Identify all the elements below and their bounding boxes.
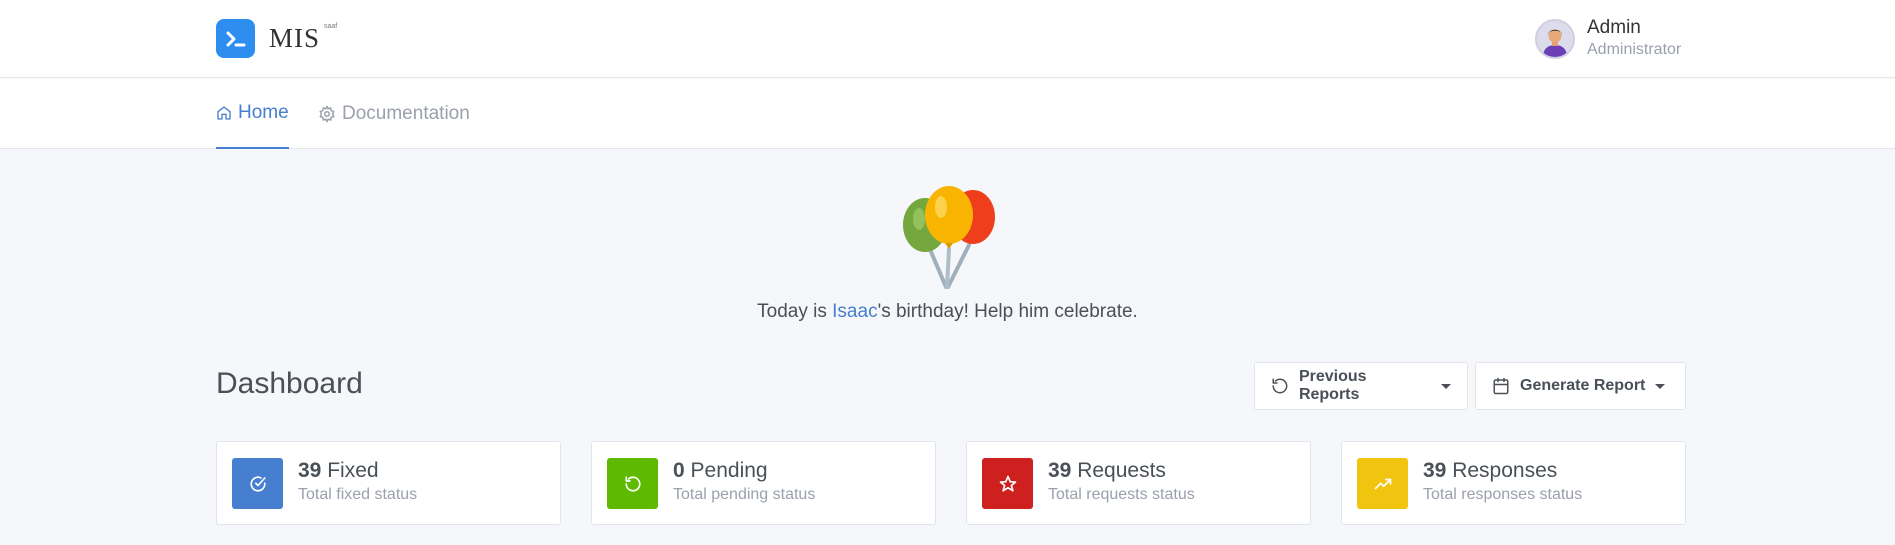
birthday-prefix: Today is	[757, 301, 833, 322]
generate-report-label: Generate Report	[1520, 377, 1646, 394]
user-menu[interactable]: Admin Administrator	[1535, 17, 1681, 61]
stat-card-pending: 0 Pending Total pending status	[591, 441, 936, 525]
balloons-icon	[902, 186, 995, 289]
star-icon	[982, 458, 1033, 509]
gear-icon	[319, 105, 335, 123]
avatar[interactable]	[1535, 19, 1575, 59]
stat-count: 39	[1423, 459, 1447, 482]
home-icon	[217, 106, 231, 120]
stat-label: Responses	[1452, 459, 1558, 482]
birthday-person-link[interactable]: Isaac	[832, 301, 877, 322]
birthday-banner: Today is Isaac's birthday! Help him cele…	[0, 185, 1895, 323]
caret-down-icon	[1655, 383, 1666, 389]
brand-name: MIS	[269, 23, 321, 53]
stat-label: Requests	[1077, 459, 1166, 482]
nav-documentation[interactable]: Documentation	[318, 79, 470, 149]
birthday-message: Today is Isaac's birthday! Help him cele…	[0, 301, 1895, 323]
stat-card-fixed: 39 Fixed Total fixed status	[216, 441, 561, 525]
stat-label: Pending	[690, 459, 768, 482]
check-circle-icon	[232, 458, 283, 509]
previous-reports-label: Previous Reports	[1298, 368, 1367, 403]
brand[interactable]: MIS saaf	[216, 19, 337, 58]
main-nav: Home Documentation	[0, 79, 1895, 149]
stat-subtitle: Total requests status	[1048, 486, 1195, 503]
top-header: MIS saaf Admin Administrator	[0, 0, 1895, 78]
previous-reports-button[interactable]: Previous Reports	[1254, 362, 1468, 410]
stat-card-responses: 39 Responses Total responses status	[1341, 441, 1686, 525]
trending-up-icon	[1357, 458, 1408, 509]
user-name: Admin	[1587, 17, 1641, 38]
refresh-icon	[607, 458, 658, 509]
brand-superscript: saaf	[324, 23, 338, 30]
stat-card-requests: 39 Requests Total requests status	[966, 441, 1311, 525]
page-title: Dashboard	[216, 367, 363, 400]
stat-subtitle: Total fixed status	[298, 486, 418, 503]
history-icon	[1272, 378, 1288, 394]
nav-documentation-label: Documentation	[342, 103, 470, 124]
stat-count: 39	[298, 459, 322, 482]
nav-home-label: Home	[238, 102, 289, 123]
calendar-icon	[1493, 377, 1509, 395]
birthday-suffix: 's birthday! Help him celebrate.	[877, 301, 1138, 322]
caret-down-icon	[1441, 383, 1451, 389]
stat-count: 0	[673, 459, 685, 482]
stat-subtitle: Total responses status	[1423, 486, 1583, 503]
stat-count: 39	[1048, 459, 1072, 482]
stat-subtitle: Total pending status	[673, 486, 816, 503]
terminal-logo-icon	[216, 19, 255, 58]
stat-label: Fixed	[327, 459, 379, 482]
generate-report-button[interactable]: Generate Report	[1475, 362, 1686, 410]
user-role: Administrator	[1587, 41, 1682, 58]
nav-home[interactable]: Home	[216, 79, 289, 149]
